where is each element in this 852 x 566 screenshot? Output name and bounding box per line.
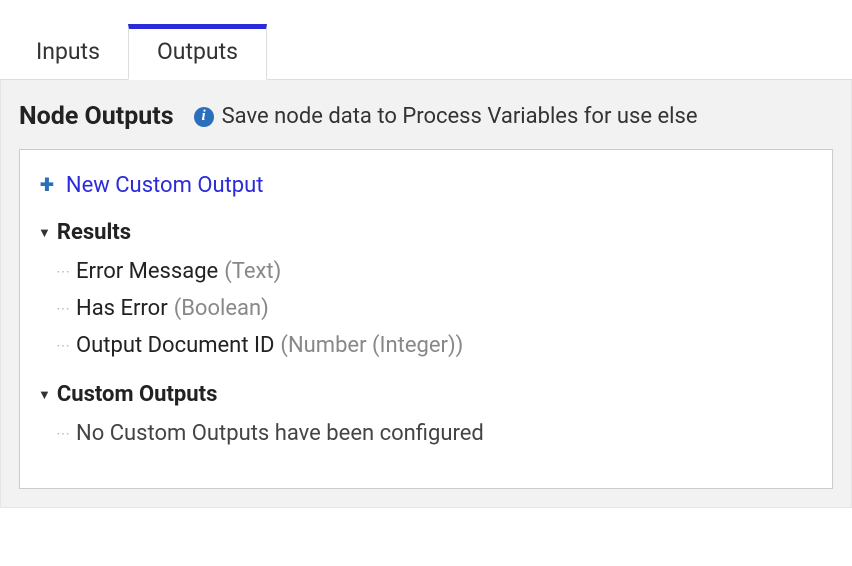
- tree-branch-icon: [56, 338, 68, 354]
- tree-branch-icon: [56, 301, 68, 317]
- info-block: i Save node data to Process Variables fo…: [194, 104, 698, 129]
- custom-outputs-empty-text: No Custom Outputs have been configured: [76, 421, 484, 446]
- tab-bar: Inputs Outputs: [0, 0, 852, 80]
- custom-outputs-items: No Custom Outputs have been configured: [44, 415, 814, 452]
- result-item-error-message[interactable]: Error Message (Text): [44, 253, 814, 290]
- results-heading-label: Results: [57, 220, 131, 245]
- result-item-label: Output Document ID: [76, 333, 274, 358]
- results-items: Error Message (Text) Has Error (Boolean)…: [44, 253, 814, 364]
- custom-outputs-section: ▼ Custom Outputs No Custom Outputs have …: [38, 382, 814, 452]
- panel-title: Node Outputs: [19, 102, 174, 131]
- plus-icon: +: [40, 172, 54, 198]
- tab-inputs[interactable]: Inputs: [8, 24, 128, 79]
- results-heading[interactable]: ▼ Results: [38, 220, 814, 245]
- panel-header: Node Outputs i Save node data to Process…: [1, 80, 851, 149]
- info-icon: i: [194, 107, 214, 127]
- result-item-type: (Number (Integer)): [280, 333, 463, 358]
- tree-branch-icon: [56, 426, 68, 442]
- info-text: Save node data to Process Variables for …: [222, 104, 698, 129]
- custom-outputs-heading-label: Custom Outputs: [57, 382, 218, 407]
- result-item-label: Has Error: [76, 296, 168, 321]
- node-outputs-panel: Node Outputs i Save node data to Process…: [0, 80, 852, 508]
- custom-outputs-heading[interactable]: ▼ Custom Outputs: [38, 382, 814, 407]
- results-section: ▼ Results Error Message (Text) Has Error…: [38, 220, 814, 364]
- custom-outputs-empty: No Custom Outputs have been configured: [44, 415, 814, 452]
- caret-down-icon: ▼: [38, 387, 51, 403]
- new-custom-output-button[interactable]: + New Custom Output: [40, 172, 814, 198]
- result-item-label: Error Message: [76, 259, 218, 284]
- outputs-content: + New Custom Output ▼ Results Error Mess…: [19, 149, 833, 489]
- new-custom-output-label: New Custom Output: [66, 173, 264, 198]
- caret-down-icon: ▼: [38, 225, 51, 241]
- result-item-output-document-id[interactable]: Output Document ID (Number (Integer)): [44, 327, 814, 364]
- result-item-type: (Text): [224, 259, 281, 284]
- result-item-has-error[interactable]: Has Error (Boolean): [44, 290, 814, 327]
- result-item-type: (Boolean): [174, 296, 269, 321]
- tab-outputs[interactable]: Outputs: [128, 24, 267, 80]
- tree-branch-icon: [56, 264, 68, 280]
